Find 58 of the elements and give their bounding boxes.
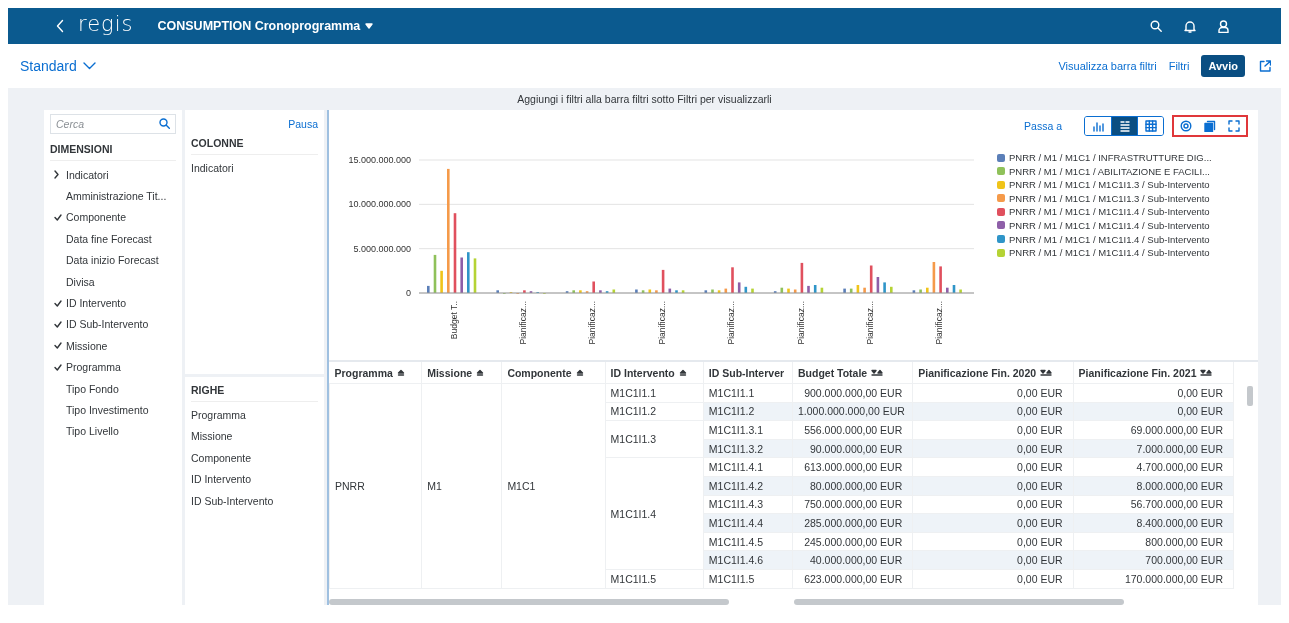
legend-label: PNRR / M1 / M1C1 / ABILITAZIONE E FACILI... <box>1009 165 1210 177</box>
table-cell: M1C1I1.3.1 <box>703 420 793 440</box>
table-cell: M1C1I1.5 <box>703 569 793 589</box>
section-heading: RIGHE <box>191 381 318 402</box>
table-cell: 245.000.000,00 EUR <box>792 532 913 551</box>
table-cell: 69.000.000,00 EUR <box>1073 420 1234 440</box>
table-cell: 613.000.000,00 EUR <box>792 457 913 477</box>
table-cell: 170.000.000,00 EUR <box>1073 569 1234 589</box>
table-cell: 4.700.000,00 EUR <box>1073 457 1234 477</box>
table-cell: 56.700.000,00 EUR <box>1073 495 1234 514</box>
table-cell: M1C1I1.4.1 <box>703 457 793 477</box>
table-cell: 0,00 EUR <box>912 569 1074 589</box>
section-heading: DIMENSIONI <box>50 140 176 161</box>
legend-label: PNRR / M1 / M1C1 / M1C1I1.3 / Sub-Intervento <box>1009 179 1210 191</box>
table-cell: 0,00 EUR <box>912 383 1074 403</box>
axis-label: 10.000.000.000 <box>348 199 411 210</box>
table-cell: 0,00 EUR <box>912 457 1074 477</box>
axis-label: Budget T.. <box>448 301 459 340</box>
table-cell: M1C1I1.2 <box>605 402 704 421</box>
section-heading: COLONNE <box>191 134 318 155</box>
legend-label: PNRR / M1 / M1C1 / M1C1I1.4 / Sub-Intervento <box>1009 219 1210 231</box>
table-cell: M1C1I1.3 <box>605 420 704 458</box>
table-cell: 0,00 EUR <box>1073 383 1234 403</box>
table-cell: M1C1I1.4.5 <box>703 532 793 551</box>
axis-label: 0 <box>406 288 411 298</box>
table-cell: 0,00 EUR <box>912 532 1074 551</box>
axis-label: Pianificaz... <box>726 301 737 345</box>
table-cell: 800.000,00 EUR <box>1073 532 1234 551</box>
axis-label: 15.000.000.000 <box>348 155 411 165</box>
legend-label: PNRR / M1 / M1C1 / M1C1I1.4 / Sub-Intervento <box>1009 233 1210 245</box>
axis-label: Pianificaz... <box>656 301 667 345</box>
table-cell: 0,00 EUR <box>912 495 1074 514</box>
axis-label: Pianificaz... <box>864 301 875 345</box>
table-cell: 750.000.000,00 EUR <box>792 495 913 514</box>
switch-label: Passa a <box>1024 120 1062 132</box>
table-cell: 623.000.000,00 EUR <box>792 569 913 589</box>
table-cell: M1C1I1.4 <box>605 457 704 570</box>
axis-label: Pianificaz... <box>934 301 945 345</box>
table-cell: 0,00 EUR <box>912 420 1074 440</box>
table-cell: M1C1I1.5 <box>605 569 704 589</box>
legend-label: PNRR / M1 / M1C1 / M1C1I1.4 / Sub-Intervento <box>1009 247 1210 259</box>
table-cell: M1C1I1.1 <box>605 383 704 403</box>
app-logo: regis <box>78 12 134 36</box>
axis-label: Pianificaz... <box>518 301 529 345</box>
legend-label: PNRR / M1 / M1C1 / INFRASTRUTTURE DIG... <box>1009 152 1212 163</box>
table-cell: M1 <box>421 383 502 589</box>
legend-label: PNRR / M1 / M1C1 / M1C1I1.3 / Sub-Intervento <box>1009 192 1210 204</box>
table-cell: M1C1I1.1 <box>703 383 793 403</box>
table-cell: PNRR <box>329 383 422 589</box>
table-cell: 900.000.000,00 EUR <box>792 383 913 403</box>
axis-label: Pianificaz... <box>795 301 806 345</box>
axis-label: 5.000.000.000 <box>353 243 411 254</box>
table-cell: M1C1I1.4.3 <box>703 495 793 514</box>
table-cell: M1C1 <box>501 383 606 589</box>
axis-label: Pianificaz... <box>587 301 598 345</box>
table-cell: 556.000.000,00 EUR <box>792 420 913 440</box>
filter-hint: Aggiungi i filtri alla barra filtri sotto Filtri per visualizzarli <box>517 93 772 105</box>
legend-label: PNRR / M1 / M1C1 / M1C1I1.4 / Sub-Intervento <box>1009 206 1210 218</box>
